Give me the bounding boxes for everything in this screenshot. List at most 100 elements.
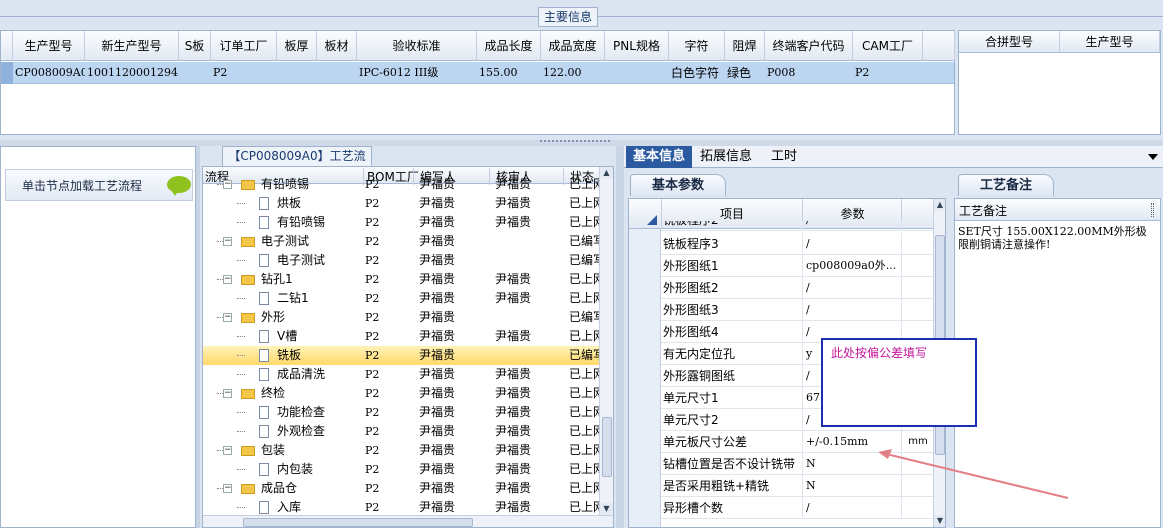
cell-order-factory[interactable]: P2: [211, 62, 277, 84]
tree-row[interactable]: − 有铅喷锡 P2 尹福贵 尹福贵 已上网: [203, 175, 605, 194]
property-value[interactable]: /: [804, 277, 902, 299]
property-name: 外形图纸1: [661, 255, 803, 277]
scroll-thumb[interactable]: [602, 417, 612, 477]
col-header[interactable]: 成品长度: [477, 31, 541, 61]
cell-new-model[interactable]: 10011200012943: [85, 62, 179, 84]
node-label: 有铅喷锡: [277, 215, 326, 229]
tree-row[interactable]: 烘板 P2 尹福贵 尹福贵 已上网: [203, 194, 605, 213]
col-header[interactable]: 成品宽度: [541, 31, 605, 61]
reviewer: 尹福贵: [495, 462, 532, 476]
property-row[interactable]: 外形图纸1 cp008009a0外...: [661, 255, 933, 277]
cell-model[interactable]: CP008009A0: [13, 62, 85, 84]
tree-row[interactable]: − 外形 P2 尹福贵 已编写: [203, 308, 605, 327]
col-header[interactable]: 订单工厂: [211, 31, 277, 61]
tree-row[interactable]: − 包装 P2 尹福贵 尹福贵 已上网: [203, 441, 605, 460]
property-name: 铣板程序2: [661, 221, 803, 230]
tree-row[interactable]: − 电子测试 P2 尹福贵 已编写: [203, 232, 605, 251]
cell-length[interactable]: 155.00: [477, 62, 541, 84]
col-header[interactable]: 合拼型号: [959, 31, 1060, 53]
bom-factory: P2: [365, 178, 380, 191]
tree-collapse-handle[interactable]: [616, 146, 624, 528]
collapse-icon[interactable]: −: [223, 389, 232, 398]
tree-row[interactable]: 铣板 P2 尹福贵 已编写: [203, 346, 605, 365]
collapse-icon[interactable]: −: [223, 237, 232, 246]
col-header[interactable]: S板: [179, 31, 211, 61]
col-header[interactable]: 阻焊: [725, 31, 765, 61]
cell-customer-code[interactable]: P008: [765, 62, 853, 84]
property-row[interactable]: 铣板程序2/: [661, 221, 933, 231]
tab-menu-dropdown-icon[interactable]: [1148, 154, 1158, 160]
property-row[interactable]: 外形图纸2/: [661, 277, 933, 299]
property-value[interactable]: /: [804, 221, 902, 230]
tree-row[interactable]: 外观检查 P2 尹福贵 尹福贵 已上网: [203, 422, 605, 441]
cell-silkscreen[interactable]: 白色字符: [669, 62, 725, 84]
tree-row[interactable]: 二钻1 P2 尹福贵 尹福贵 已上网: [203, 289, 605, 308]
property-row[interactable]: 外形图纸3/: [661, 299, 933, 321]
col-header[interactable]: PNL规格: [605, 31, 669, 61]
col-header[interactable]: 板厚: [277, 31, 317, 61]
tree-row[interactable]: 成品清洗 P2 尹福贵 尹福贵 已上网: [203, 365, 605, 384]
col-header[interactable]: 板材: [317, 31, 357, 61]
collapse-icon[interactable]: −: [223, 180, 232, 189]
row-selector[interactable]: [1, 62, 13, 84]
folder-icon: [241, 389, 255, 399]
annotation-arrow: [878, 449, 1069, 499]
property-name: 铣板程序3: [661, 233, 803, 255]
collapse-icon[interactable]: −: [223, 275, 232, 284]
property-value[interactable]: /: [804, 299, 902, 321]
scroll-down-icon[interactable]: ▼: [600, 503, 613, 515]
tree-guide-line: [237, 336, 245, 337]
tree-row[interactable]: − 钻孔1 P2 尹福贵 尹福贵 已上网: [203, 270, 605, 289]
col-header[interactable]: 验收标准: [357, 31, 477, 61]
tree-hscrollbar[interactable]: [203, 515, 613, 527]
collapse-icon[interactable]: −: [223, 313, 232, 322]
cell-standard[interactable]: IPC-6012 III级: [357, 62, 477, 84]
writer: 尹福贵: [419, 405, 456, 419]
tab-basic-info[interactable]: 基本信息: [626, 146, 692, 168]
property-value[interactable]: /: [804, 233, 902, 255]
tree-row[interactable]: 电子测试 P2 尹福贵 已编写: [203, 251, 605, 270]
load-process-button[interactable]: 单击节点加载工艺流程: [5, 169, 193, 201]
cell-width[interactable]: 122.00: [541, 62, 605, 84]
row-indicator-column: [629, 229, 661, 527]
scroll-down-icon[interactable]: ▼: [934, 515, 945, 527]
reviewer: 尹福贵: [495, 386, 532, 400]
tree-row[interactable]: − 成品仓 P2 尹福贵 尹福贵 已上网: [203, 479, 605, 498]
col-header[interactable]: CAM工厂: [853, 31, 923, 61]
cell-soldermask[interactable]: 绿色: [725, 62, 765, 84]
col-header[interactable]: 生产型号: [13, 31, 85, 61]
col-header[interactable]: 终端客户代码: [765, 31, 853, 61]
notes-tab[interactable]: 工艺备注: [958, 174, 1054, 196]
property-row[interactable]: 铣板程序3/: [661, 233, 933, 255]
scroll-up-icon[interactable]: ▲: [934, 199, 945, 211]
collapse-icon[interactable]: −: [223, 484, 232, 493]
tree-row[interactable]: V槽 P2 尹福贵 尹福贵 已上网: [203, 327, 605, 346]
writer: 尹福贵: [419, 481, 456, 495]
node-label: 电子测试: [277, 253, 326, 267]
col-header[interactable]: 字符: [669, 31, 725, 61]
tree-row[interactable]: 内包装 P2 尹福贵 尹福贵 已上网: [203, 460, 605, 479]
tree-row[interactable]: 有铅喷锡 P2 尹福贵 尹福贵 已上网: [203, 213, 605, 232]
bom-factory: P2: [365, 368, 380, 381]
tree-row[interactable]: − 终检 P2 尹福贵 尹福贵 已上网: [203, 384, 605, 403]
collapse-icon[interactable]: −: [223, 446, 232, 455]
col-header[interactable]: 生产型号: [1060, 31, 1160, 53]
scroll-up-icon[interactable]: ▲: [600, 167, 613, 179]
cell-cam-factory[interactable]: P2: [853, 62, 923, 84]
tree-vscrollbar[interactable]: ▲ ▼: [599, 167, 613, 515]
bom-factory: P2: [365, 197, 380, 210]
bom-factory: P2: [365, 235, 380, 248]
basic-params-tab[interactable]: 基本参数: [630, 174, 726, 196]
writer: 尹福贵: [419, 443, 456, 457]
reviewer: 尹福贵: [495, 196, 532, 210]
property-value[interactable]: cp008009a0外...: [804, 255, 902, 277]
folder-icon: [241, 313, 255, 323]
col-header[interactable]: 新生产型号: [85, 31, 179, 61]
notes-text[interactable]: SET尺寸 155.00X122.00MM外形极限削铜请注意操作!: [958, 225, 1156, 251]
tab-extended-info[interactable]: 拓展信息: [696, 146, 756, 168]
writer: 尹福贵: [419, 196, 456, 210]
hscroll-thumb[interactable]: [243, 518, 473, 527]
reviewer: 尹福贵: [495, 443, 532, 457]
tree-row[interactable]: 功能检查 P2 尹福贵 尹福贵 已上网: [203, 403, 605, 422]
tab-work-hours[interactable]: 工时: [764, 146, 804, 168]
